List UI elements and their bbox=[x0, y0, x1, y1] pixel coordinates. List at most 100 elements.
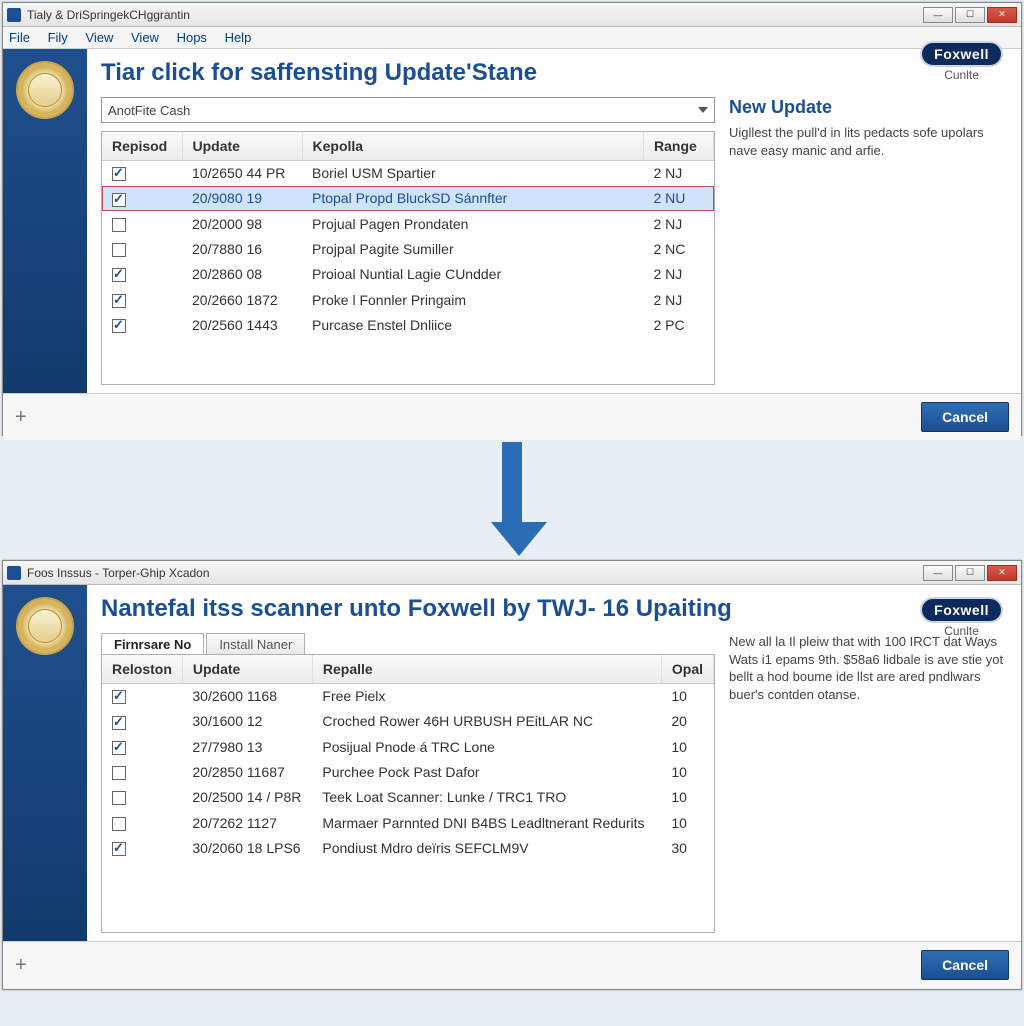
app-icon bbox=[7, 8, 21, 22]
left-pane: AnotFite Cash Repisod Update Kepolla Ran… bbox=[101, 97, 715, 385]
table-row[interactable]: 30/1600 12Croched Rower 46H URBUSH PEitL… bbox=[102, 709, 714, 734]
row-checkbox[interactable] bbox=[112, 167, 126, 181]
cell-update: 20/7262 1127 bbox=[182, 810, 312, 835]
combo-value: AnotFite Cash bbox=[108, 103, 190, 118]
flow-arrow bbox=[0, 442, 1024, 556]
cell-range: 10 bbox=[661, 810, 713, 835]
table-row[interactable]: 20/9080 19Ptopal Propd BluckSD Sánnfter2… bbox=[102, 186, 714, 211]
cell-description: Teek Loat Scanner: Lunke / TRC1 TRO bbox=[312, 785, 661, 810]
cell-update: 20/2660 1872 bbox=[182, 287, 302, 312]
cell-update: 20/2560 1443 bbox=[182, 312, 302, 337]
titlebar[interactable]: Tialy & DriSpringekCHggrantin — ☐ ✕ bbox=[3, 3, 1021, 27]
cell-range: 2 NU bbox=[644, 186, 714, 211]
cell-update: 20/7880 16 bbox=[182, 236, 302, 261]
cell-description: Purchee Pock Past Dafor bbox=[312, 759, 661, 784]
table-row[interactable]: 20/2660 1872Proke l Fonnler Pringaim2 NJ bbox=[102, 287, 714, 312]
cell-update: 27/7980 13 bbox=[182, 734, 312, 759]
table-row[interactable]: 10/2650 44 PRBoriel USM Spartier2 NJ bbox=[102, 161, 714, 186]
row-checkbox[interactable] bbox=[112, 218, 126, 232]
row-checkbox[interactable] bbox=[112, 268, 126, 282]
close-button[interactable]: ✕ bbox=[987, 565, 1017, 581]
col-update[interactable]: Update bbox=[182, 132, 302, 161]
cell-description: Boriel USM Spartier bbox=[302, 161, 644, 186]
row-checkbox[interactable] bbox=[112, 193, 126, 207]
minimize-button[interactable]: — bbox=[923, 7, 953, 23]
sidebar bbox=[3, 585, 87, 941]
cell-update: 30/2060 18 LPS6 bbox=[182, 835, 312, 860]
table-row[interactable]: 20/2850 11687Purchee Pock Past Dafor10 bbox=[102, 759, 714, 784]
col-range[interactable]: Range bbox=[644, 132, 714, 161]
cell-description: Purcase Enstel Dnliice bbox=[302, 312, 644, 337]
table-row[interactable]: 30/2060 18 LPS6Pondiust Mdro deïris SEFC… bbox=[102, 835, 714, 860]
table-row[interactable]: 30/2600 1168Free Pielx10 bbox=[102, 684, 714, 709]
tab-firmware[interactable]: Firnrsare No bbox=[101, 633, 204, 655]
maximize-button[interactable]: ☐ bbox=[955, 7, 985, 23]
table-row[interactable]: 20/2000 98Projual Pagen Prondaten2 NJ bbox=[102, 211, 714, 236]
cell-range: 2 PC bbox=[644, 312, 714, 337]
cell-update: 20/2860 08 bbox=[182, 262, 302, 287]
menu-help[interactable]: Help bbox=[225, 30, 252, 45]
row-checkbox[interactable] bbox=[112, 741, 126, 755]
add-button[interactable]: + bbox=[15, 406, 27, 429]
col-reloston[interactable]: Reloston bbox=[102, 655, 182, 684]
window-scanner-update: Foos Inssus - Torper-Ghip Xcadon — ☐ ✕ N… bbox=[2, 560, 1022, 990]
menu-view1[interactable]: View bbox=[85, 30, 113, 45]
add-button[interactable]: + bbox=[15, 954, 27, 977]
row-checkbox[interactable] bbox=[112, 842, 126, 856]
cell-description: Proke l Fonnler Pringaim bbox=[302, 287, 644, 312]
cancel-button[interactable]: Cancel bbox=[921, 402, 1009, 432]
col-kepolla[interactable]: Kepolla bbox=[302, 132, 644, 161]
col-repisod[interactable]: Repisod bbox=[102, 132, 182, 161]
menu-hops[interactable]: Hops bbox=[177, 30, 207, 45]
left-pane: Firnrsare No Install Naner Reloston Upda… bbox=[101, 633, 715, 933]
cell-range: 2 NC bbox=[644, 236, 714, 261]
cell-update: 20/9080 19 bbox=[182, 186, 302, 211]
row-checkbox[interactable] bbox=[112, 817, 126, 831]
brand-emblem-icon bbox=[16, 597, 74, 655]
row-checkbox[interactable] bbox=[112, 791, 126, 805]
tabstrip: Firnrsare No Install Naner bbox=[101, 633, 715, 655]
col-update[interactable]: Update bbox=[182, 655, 312, 684]
cancel-button[interactable]: Cancel bbox=[921, 950, 1009, 980]
menu-file[interactable]: File bbox=[9, 30, 30, 45]
row-checkbox[interactable] bbox=[112, 690, 126, 704]
footer: + Cancel bbox=[3, 393, 1021, 440]
table-row[interactable]: 20/7262 1127Marmaer Parnnted DNI B4BS Le… bbox=[102, 810, 714, 835]
filter-combobox[interactable]: AnotFite Cash bbox=[101, 97, 715, 123]
row-checkbox[interactable] bbox=[112, 766, 126, 780]
cell-update: 10/2650 44 PR bbox=[182, 161, 302, 186]
table-row[interactable]: 20/2500 14 / P8RTeek Loat Scanner: Lunke… bbox=[102, 785, 714, 810]
side-heading: New Update bbox=[729, 97, 1007, 118]
cell-description: Pondiust Mdro deïris SEFCLM9V bbox=[312, 835, 661, 860]
side-panel: New all la Il pleiw that with 100 IRCT d… bbox=[729, 633, 1007, 933]
cell-update: 20/2850 11687 bbox=[182, 759, 312, 784]
window-controls: — ☐ ✕ bbox=[923, 7, 1017, 23]
menu-fily[interactable]: Fily bbox=[48, 30, 68, 45]
brand-subtext: Cunlte bbox=[944, 68, 979, 82]
row-checkbox[interactable] bbox=[112, 243, 126, 257]
footer: + Cancel bbox=[3, 941, 1021, 988]
row-checkbox[interactable] bbox=[112, 319, 126, 333]
app-icon bbox=[7, 566, 21, 580]
row-checkbox[interactable] bbox=[112, 716, 126, 730]
side-description: New all la Il pleiw that with 100 IRCT d… bbox=[729, 633, 1007, 703]
col-repalle[interactable]: Repalle bbox=[312, 655, 661, 684]
cell-range: 10 bbox=[661, 684, 713, 709]
window-title: Foos Inssus - Torper-Ghip Xcadon bbox=[27, 566, 923, 580]
cell-description: Proioal Nuntial Lagie CUndder bbox=[302, 262, 644, 287]
cell-range: 10 bbox=[661, 734, 713, 759]
table-row[interactable]: 27/7980 13Posijual Pnode á TRC Lone10 bbox=[102, 734, 714, 759]
minimize-button[interactable]: — bbox=[923, 565, 953, 581]
tab-install[interactable]: Install Naner bbox=[206, 633, 305, 655]
table-row[interactable]: 20/2560 1443Purcase Enstel Dnliice2 PC bbox=[102, 312, 714, 337]
cell-range: 10 bbox=[661, 759, 713, 784]
maximize-button[interactable]: ☐ bbox=[955, 565, 985, 581]
close-button[interactable]: ✕ bbox=[987, 7, 1017, 23]
table-row[interactable]: 20/7880 16Projpal Pagite Sumiller2 NC bbox=[102, 236, 714, 261]
col-opal[interactable]: Opal bbox=[661, 655, 713, 684]
menu-view2[interactable]: View bbox=[131, 30, 159, 45]
table-row[interactable]: 20/2860 08Proioal Nuntial Lagie CUndder2… bbox=[102, 262, 714, 287]
cell-description: Free Pielx bbox=[312, 684, 661, 709]
titlebar[interactable]: Foos Inssus - Torper-Ghip Xcadon — ☐ ✕ bbox=[3, 561, 1021, 585]
row-checkbox[interactable] bbox=[112, 294, 126, 308]
